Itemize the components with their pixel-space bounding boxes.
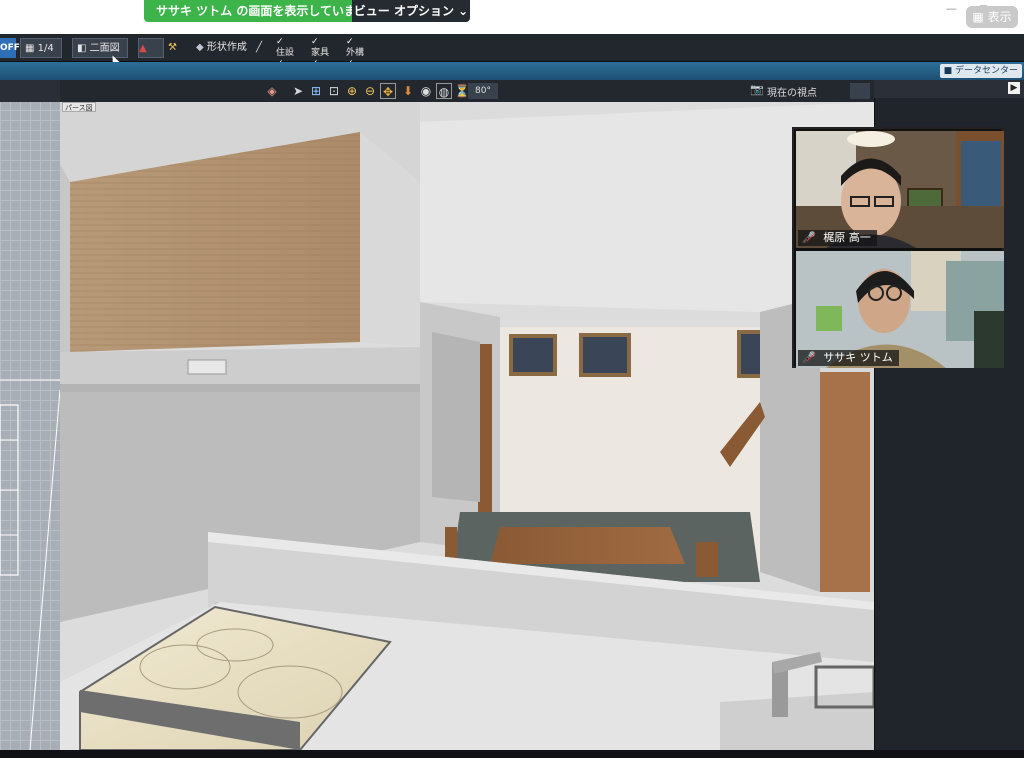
render-mode-icon[interactable]: ◈ <box>260 83 284 99</box>
participant-name-tag: 🎤̸ 梶原 高一 <box>798 230 877 246</box>
camera-rotate-icon[interactable]: ◍ <box>436 83 452 99</box>
hammer-icon[interactable]: ⚒ <box>168 38 186 58</box>
shape-create-label: 形状作成 <box>206 42 247 53</box>
app-toolbar: OFF ▦ 1/4 ◧ 二面図 ▲ ⚒ ◆ 形状作成 ╱ ✓住設 ✓天井 ✓家具… <box>0 34 1024 80</box>
display-icon: ▦ <box>972 10 984 24</box>
right-panel-header <box>874 80 1024 98</box>
participant-video-2[interactable]: 🎤̸ ササキ ツトム <box>796 251 1004 368</box>
checkbox-label: 外構 <box>346 48 365 58</box>
perspective-label: パース図 <box>62 102 96 112</box>
grid-icon: ▦ <box>25 43 35 54</box>
check-icon: ✓ <box>346 37 354 47</box>
datacenter-icon: ■ <box>943 66 953 76</box>
zoom-in-icon[interactable]: ⊕ <box>344 83 360 99</box>
scale-dropdown[interactable]: ▦ 1/4 <box>20 38 62 58</box>
zoom-top-strip: ササキ ツトム の画面を表示しています ビュー オプション ⌄ —◻ ▦ 表示 <box>0 0 1024 34</box>
participant-name: ササキ ツトム <box>823 351 893 364</box>
kitchen-3d-render <box>60 102 874 750</box>
tab-band <box>0 62 1024 80</box>
datacenter-button[interactable]: ■ データセンター <box>939 64 1022 78</box>
plan-lines <box>0 379 61 751</box>
plan-view-header <box>0 80 60 102</box>
check-icon: ✓ <box>311 37 319 47</box>
display-button[interactable]: ▦ 表示 <box>966 6 1018 28</box>
checkbox-gaiko[interactable]: ✓ 外構 <box>346 37 364 59</box>
select-arrow-icon[interactable]: ➤ <box>290 83 306 99</box>
screen: ササキ ツトム の画面を表示しています ビュー オプション ⌄ —◻ ▦ 表示 … <box>0 0 1024 758</box>
muted-mic-icon: 🎤̸ <box>802 351 816 364</box>
collapse-arrow-icon[interactable]: ▶ <box>1008 82 1020 94</box>
screen-share-banner: ササキ ツトム の画面を表示しています <box>144 0 380 22</box>
checkbox-kagu[interactable]: ✓ 家具 <box>311 37 329 59</box>
ruler-icon[interactable]: ╱ <box>256 38 270 58</box>
view-options-button[interactable]: ビュー オプション ⌄ <box>352 0 470 22</box>
participant-name-tag: 🎤̸ ササキ ツトム <box>798 350 899 366</box>
viewport-toolbar: ◈ ➤ ⊞ ⊡ ⊕ ⊖ ✥ ⬇ ◉ ◍ ⏳ 80° 📷 現在の視点 <box>60 80 874 102</box>
perspective-viewport[interactable] <box>60 102 874 750</box>
participant-video-1[interactable]: 🎤̸ 梶原 高一 <box>796 131 1004 248</box>
split-view-icon: ◧ <box>77 43 87 54</box>
check-icon: ✓ <box>276 37 284 47</box>
participant-name: 梶原 高一 <box>823 231 871 244</box>
checkbox-label: 住設 <box>276 48 295 58</box>
view-dropdown-arrows[interactable] <box>850 83 870 99</box>
checkbox-label: 家具 <box>311 48 330 58</box>
off-toggle[interactable]: OFF <box>0 38 20 58</box>
checkbox-jusetsu[interactable]: ✓ 住設 <box>276 37 294 59</box>
zoom-area-icon[interactable]: ⊡ <box>326 83 342 99</box>
bottom-bar <box>0 750 1024 758</box>
shape-icon: ◆ <box>196 42 204 53</box>
video-gallery: 🎤̸ 梶原 高一 🎤̸ ササキ ツトム <box>792 127 1004 368</box>
view-mode-value: 二面図 <box>89 43 120 54</box>
display-button-label: 表示 <box>987 10 1012 24</box>
plan-view-panel[interactable] <box>0 80 61 751</box>
current-view-label[interactable]: 現在の視点 <box>767 84 817 99</box>
pan-icon[interactable]: ✥ <box>380 83 396 99</box>
camera-icon: 📷 <box>750 83 764 96</box>
datacenter-label: データセンター <box>954 66 1018 76</box>
roof-icon: ▲ <box>139 43 147 54</box>
roof-dropdown[interactable]: ▲ <box>138 38 164 58</box>
walk-icon[interactable]: ⬇ <box>400 83 416 99</box>
zoom-out-icon[interactable]: ⊖ <box>362 83 378 99</box>
orbit-icon[interactable]: ◉ <box>418 83 434 99</box>
fit-view-icon[interactable]: ⊞ <box>308 83 324 99</box>
view-mode-dropdown[interactable]: ◧ 二面図 <box>72 38 128 58</box>
scale-value: 1/4 <box>37 43 54 54</box>
angle-dropdown[interactable]: 80° <box>468 83 498 99</box>
shape-create-button[interactable]: ◆ 形状作成 <box>196 38 254 58</box>
muted-mic-icon: 🎤̸ <box>802 231 816 244</box>
